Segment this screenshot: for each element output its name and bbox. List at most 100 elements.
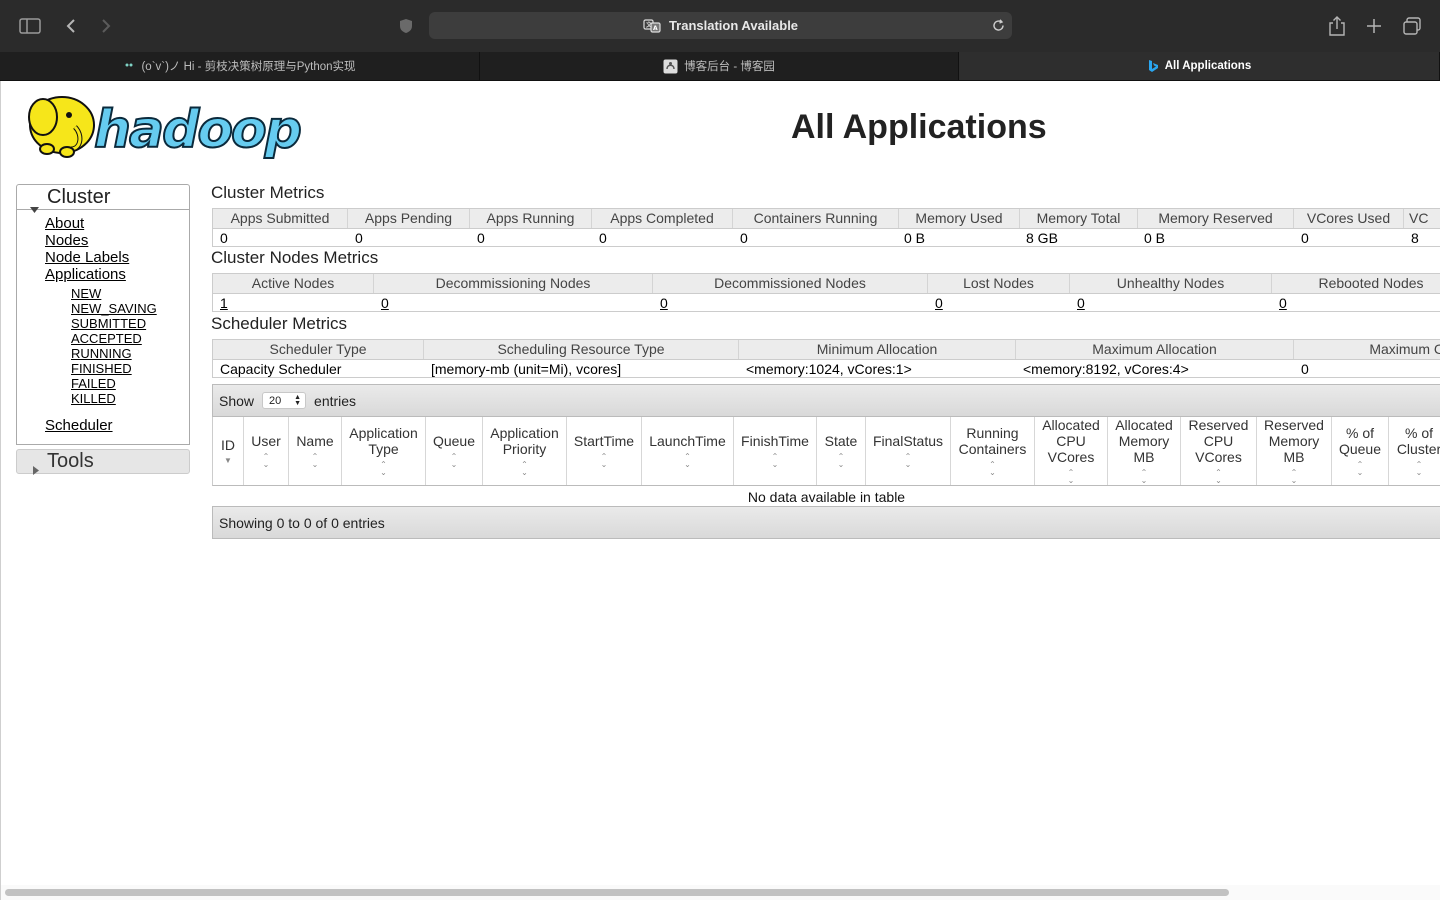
col-user[interactable]: User ⌃ ⌄ [244,417,289,485]
col-percent-of-queue[interactable]: % of Queue ⌃ ⌄ [1332,417,1389,485]
nav-link-state-new-saving[interactable]: NEW_SAVING [71,301,157,316]
decommissioning-nodes-link[interactable]: 0 [374,294,389,312]
nav-link-state-new[interactable]: NEW [71,286,101,301]
metric-header: Apps Submitted [213,209,348,228]
page-size-select[interactable]: 20 ▲ ▼ [262,392,307,409]
col-allocated-memory-mb[interactable]: Allocated Memory MB ⌃ ⌄ [1108,417,1181,485]
metric-value: 0 [477,230,485,246]
col-label: Allocated Memory MB [1115,417,1173,465]
metric-header: Lost Nodes [928,274,1070,293]
metric-header: Maximum Allocation [1016,340,1294,359]
metric-header: Scheduler Type [213,340,424,359]
decommissioned-nodes-link[interactable]: 0 [653,294,668,312]
address-text: Translation Available [668,18,799,33]
nav-link-applications[interactable]: Applications [45,266,126,283]
tab-cnblogs[interactable]: 博客后台 - 博客园 [480,52,959,80]
rebooted-nodes-link[interactable]: 0 [1272,294,1287,312]
col-state[interactable]: State ⌃ ⌄ [817,417,866,485]
nav-link-state-running[interactable]: RUNNING [71,346,132,361]
nav-link-about[interactable]: About [45,215,84,232]
scheduler-metrics-title: Scheduler Metrics [211,314,348,333]
metric-header: Unhealthy Nodes [1070,274,1272,293]
nav-link-state-submitted[interactable]: SUBMITTED [71,316,146,331]
col-application-priority[interactable]: Application Priority ⌃ ⌄ [483,417,567,485]
col-label: StartTime [573,433,635,449]
col-reserved-memory-mb[interactable]: Reserved Memory MB ⌃ ⌄ [1257,417,1332,485]
nav-link-state-killed[interactable]: KILLED [71,391,116,406]
nav-link-scheduler[interactable]: Scheduler [45,417,113,434]
metric-header: Minimum Allocation [739,340,1016,359]
sort-icon: ⌃ ⌄ [521,460,528,477]
sort-icon: ⌃ ⌄ [904,452,912,469]
col-running-containers[interactable]: Running Containers ⌃ ⌄ [951,417,1035,485]
metric-value: 0 B [904,230,926,246]
nav-link-state-finished[interactable]: FINISHED [71,361,132,376]
left-nav: Cluster About Nodes Node Labels Applicat… [16,184,190,475]
page-title: All Applications [791,108,1047,146]
new-tab-icon[interactable] [1362,14,1386,38]
show-label: Show [219,392,255,409]
col-launch-time[interactable]: LaunchTime ⌃ ⌄ [642,417,734,485]
lost-nodes-link[interactable]: 0 [928,294,943,312]
tab-decision-tree[interactable]: (o`v`)ノ Hi - 剪枝决策树原理与Python实现 [0,52,480,80]
sort-icon: ⌃ ⌄ [1356,460,1364,477]
sort-icon: ⌃ ⌄ [262,452,270,469]
col-percent-of-cluster[interactable]: % of Cluster ⌃ ⌄ [1389,417,1440,485]
cluster-accordion-header[interactable]: Cluster [16,184,190,213]
cat-icon [123,60,135,72]
metric-value: 0 [220,230,228,246]
metric-header: Memory Total [1020,209,1138,228]
address-bar[interactable]: 文A Translation Available [429,12,1012,39]
sort-icon: ⌃ ⌄ [600,452,608,469]
sidebar-toggle-icon[interactable] [18,14,42,38]
col-allocated-cpu-vcores[interactable]: Allocated CPU VCores ⌃ ⌄ [1035,417,1108,485]
metric-value: 8 [1411,230,1419,246]
metric-value: 0 B [1144,230,1166,246]
metric-header: Maximum C [1369,341,1440,357]
col-label: Reserved Memory MB [1264,417,1324,465]
tools-accordion-header[interactable]: Tools [16,449,190,475]
nav-link-state-failed[interactable]: FAILED [71,376,116,391]
table-info-text: Showing 0 to 0 of 0 entries [219,514,385,531]
col-label: % of Queue [1338,425,1382,457]
col-queue[interactable]: Queue ⌃ ⌄ [426,417,483,485]
scrollbar-thumb[interactable] [5,889,1229,896]
metric-header: Apps Completed [592,209,733,228]
back-icon[interactable] [59,14,83,38]
col-reserved-cpu-vcores[interactable]: Reserved CPU VCores ⌃ ⌄ [1181,417,1257,485]
sort-icon: ⌃ ⌄ [450,452,458,469]
col-label: Running Containers [958,425,1027,457]
translate-icon[interactable]: 文A [643,18,661,33]
metric-value: <memory:1024, vCores:1> [746,361,912,377]
col-application-type[interactable]: Application Type ⌃ ⌄ [342,417,426,485]
share-icon[interactable] [1325,14,1349,38]
metric-header: VCores Used [1294,209,1404,228]
col-final-status[interactable]: FinalStatus ⌃ ⌄ [866,417,951,485]
svg-text:hadoop: hadoop [94,100,301,160]
col-start-time[interactable]: StartTime ⌃ ⌄ [567,417,642,485]
col-label: LaunchTime [649,433,726,449]
metric-value: 8 GB [1026,230,1058,246]
active-nodes-link[interactable]: 1 [213,294,228,312]
cluster-metrics-header-row: Apps Submitted Apps Pending Apps Running… [213,209,1440,229]
horizontal-scrollbar[interactable] [1,885,1440,900]
col-id[interactable]: ID ▼ [213,417,244,485]
tools-label: Tools [47,450,94,472]
col-label: FinishTime [741,433,809,449]
nav-link-state-accepted[interactable]: ACCEPTED [71,331,142,346]
nav-link-nodes[interactable]: Nodes [45,232,88,249]
tab-all-applications[interactable]: All Applications [959,52,1440,80]
hadoop-logo[interactable]: hadoop [17,87,317,161]
nav-link-node-labels[interactable]: Node Labels [45,249,129,266]
unhealthy-nodes-link[interactable]: 0 [1070,294,1085,312]
col-label: Application Priority [490,425,559,457]
col-name[interactable]: Name ⌃ ⌄ [289,417,342,485]
browser-toolbar: 文A Translation Available [0,0,1440,52]
col-finish-time[interactable]: FinishTime ⌃ ⌄ [734,417,817,485]
metric-header: Scheduling Resource Type [424,340,739,359]
reload-icon[interactable] [990,17,1006,33]
tab-overview-icon[interactable] [1400,14,1424,38]
forward-icon[interactable] [94,14,118,38]
privacy-shield-icon[interactable] [394,14,418,38]
metric-header: Rebooted Nodes [1318,275,1424,291]
